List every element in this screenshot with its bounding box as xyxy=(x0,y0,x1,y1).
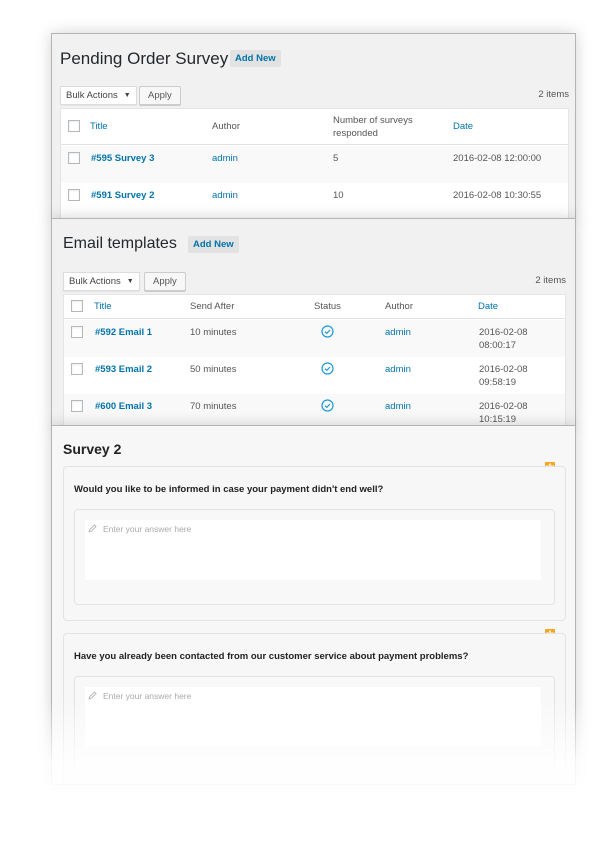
bulk-actions-label: Bulk Actions xyxy=(69,276,121,287)
row-send-after: 50 minutes xyxy=(190,364,237,375)
bulk-actions-select[interactable]: Bulk Actions ▼ xyxy=(60,86,137,105)
table-row: #593 Email 2 50 minutes admin 2016-02-08… xyxy=(64,357,565,394)
row-author-link[interactable]: admin xyxy=(212,189,238,202)
row-responded: 10 xyxy=(333,190,344,201)
row-author-link[interactable]: admin xyxy=(385,363,411,376)
row-checkbox[interactable] xyxy=(68,189,80,201)
row-time: 09:58:19 xyxy=(479,377,516,388)
email-templates-table: Title Send After Status Author Date #592… xyxy=(63,294,566,427)
answer-input[interactable]: Enter your answer here xyxy=(85,687,541,747)
column-status: Status xyxy=(314,301,341,312)
column-title[interactable]: Title xyxy=(90,120,108,133)
check-circle-icon xyxy=(321,325,334,338)
table-header: Title Send After Status Author Date xyxy=(64,295,565,319)
row-date: 2016-02-08 xyxy=(479,327,528,338)
answer-placeholder: Enter your answer here xyxy=(103,524,192,534)
row-responded: 5 xyxy=(333,153,339,164)
column-title[interactable]: Title xyxy=(94,300,112,313)
bulk-actions-label: Bulk Actions xyxy=(66,90,118,101)
question-card: Have you already been contacted from our… xyxy=(63,633,566,784)
row-date: 2016-02-08 12:00:00 xyxy=(453,153,542,164)
row-checkbox[interactable] xyxy=(71,326,83,338)
row-send-after: 70 minutes xyxy=(190,401,237,412)
caret-down-icon: ▼ xyxy=(126,278,134,285)
survey-title: Survey 2 xyxy=(63,441,122,457)
pending-order-survey-panel: Pending Order Survey Add New Bulk Action… xyxy=(51,33,576,221)
check-circle-icon xyxy=(321,399,334,412)
column-date[interactable]: Date xyxy=(453,120,473,133)
pencil-icon xyxy=(88,524,97,533)
answer-placeholder: Enter your answer here xyxy=(103,691,192,701)
row-title-link[interactable]: #593 Email 2 xyxy=(95,363,152,376)
row-date: 2016-02-08 xyxy=(479,401,528,412)
column-send-after: Send After xyxy=(190,301,235,312)
row-author-link[interactable]: admin xyxy=(385,326,411,339)
row-send-after: 10 minutes xyxy=(190,327,237,338)
row-date: 2016-02-08 xyxy=(479,364,528,375)
item-count: 2 items xyxy=(535,275,566,286)
row-title-link[interactable]: #595 Survey 3 xyxy=(91,152,154,165)
row-checkbox[interactable] xyxy=(68,152,80,164)
page-title: Email templates xyxy=(63,235,177,252)
answer-input[interactable]: Enter your answer here xyxy=(85,520,541,580)
select-all-checkbox[interactable] xyxy=(71,300,83,312)
pencil-icon xyxy=(88,691,97,700)
row-title-link[interactable]: #600 Email 3 xyxy=(95,400,152,413)
survey-form-panel: Survey 2 Would you like to be informed i… xyxy=(51,425,576,785)
answer-field-wrapper: Enter your answer here xyxy=(74,676,555,772)
table-header: Title Author Number of surveys responded… xyxy=(61,109,568,145)
add-new-button[interactable]: Add New xyxy=(188,236,239,253)
apply-button[interactable]: Apply xyxy=(144,272,186,291)
item-count: 2 items xyxy=(538,89,569,100)
row-title-link[interactable]: #592 Email 1 xyxy=(95,326,152,339)
caret-down-icon: ▼ xyxy=(123,92,131,99)
row-date: 2016-02-08 10:30:55 xyxy=(453,190,542,201)
question-card: Would you like to be informed in case yo… xyxy=(63,466,566,621)
bulk-actions-select[interactable]: Bulk Actions ▼ xyxy=(63,272,140,291)
question-text: Would you like to be informed in case yo… xyxy=(74,484,384,495)
column-author: Author xyxy=(212,121,240,132)
table-row: #591 Survey 2 admin 10 2016-02-08 10:30:… xyxy=(61,183,568,220)
column-date[interactable]: Date xyxy=(478,300,498,313)
row-author-link[interactable]: admin xyxy=(212,152,238,165)
question-text: Have you already been contacted from our… xyxy=(74,651,469,662)
surveys-table: Title Author Number of surveys responded… xyxy=(60,108,569,220)
table-row: #600 Email 3 70 minutes admin 2016-02-08… xyxy=(64,394,565,427)
apply-button[interactable]: Apply xyxy=(139,86,181,105)
table-row: #595 Survey 3 admin 5 2016-02-08 12:00:0… xyxy=(61,146,568,183)
page-title: Pending Order Survey xyxy=(60,49,229,68)
column-responded-line2: responded xyxy=(333,128,378,139)
add-new-button[interactable]: Add New xyxy=(230,50,281,67)
answer-field-wrapper: Enter your answer here xyxy=(74,509,555,605)
row-checkbox[interactable] xyxy=(71,400,83,412)
row-author-link[interactable]: admin xyxy=(385,400,411,413)
row-title-link[interactable]: #591 Survey 2 xyxy=(91,189,154,202)
check-circle-icon xyxy=(321,362,334,375)
email-templates-panel: Email templates Add New Bulk Actions ▼ Ap… xyxy=(51,218,576,428)
row-time: 08:00:17 xyxy=(479,340,516,351)
column-responded: Number of surveys xyxy=(333,115,413,126)
select-all-checkbox[interactable] xyxy=(68,120,80,132)
column-author: Author xyxy=(385,301,413,312)
table-row: #592 Email 1 10 minutes admin 2016-02-08… xyxy=(64,320,565,357)
row-checkbox[interactable] xyxy=(71,363,83,375)
